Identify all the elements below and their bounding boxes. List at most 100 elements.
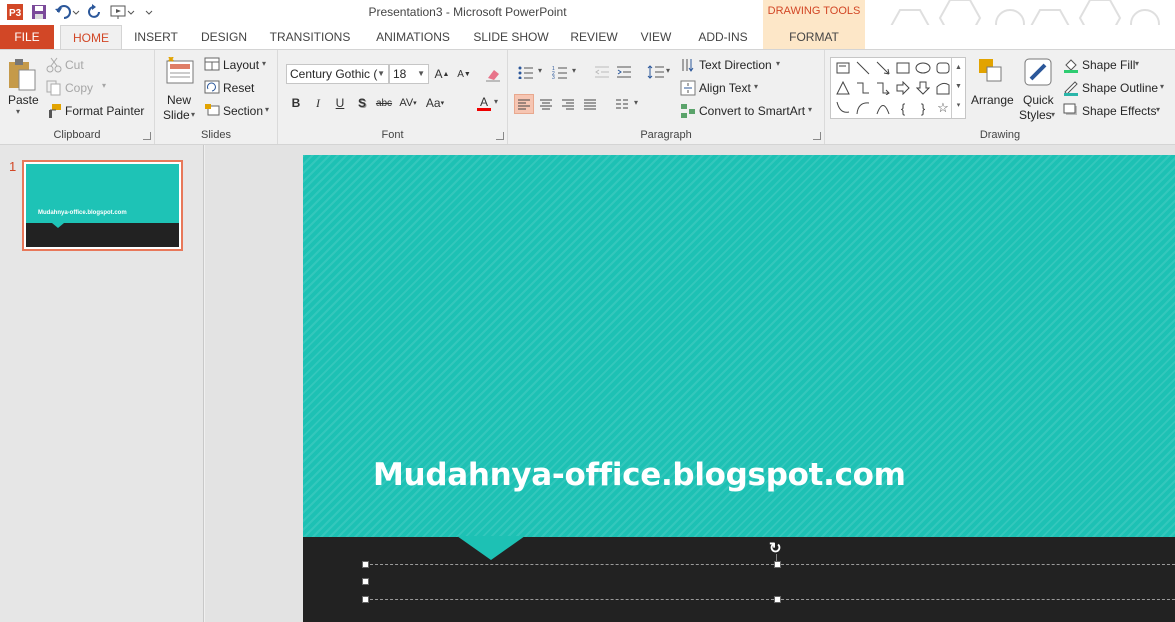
italic-icon[interactable]: I	[308, 93, 328, 113]
strikethrough-icon[interactable]: abc	[374, 93, 394, 113]
shrink-font-icon[interactable]: A ▼	[454, 64, 474, 84]
arrow-line-shape-icon[interactable]	[873, 58, 893, 78]
section-dropdown-icon[interactable]: ▾	[265, 105, 269, 114]
tab-add-ins[interactable]: ADD-INS	[688, 25, 758, 49]
elbow-connector-shape-icon[interactable]	[853, 78, 873, 98]
line-spacing-icon[interactable]	[646, 62, 666, 82]
rounded-rectangle-shape-icon[interactable]	[933, 58, 953, 78]
new-slide-dropdown-icon[interactable]: ▾	[191, 110, 195, 119]
convert-smartart-dropdown-icon[interactable]: ▾	[808, 105, 812, 114]
resize-handle-middle-left[interactable]	[362, 578, 369, 585]
text-shadow-icon[interactable]: S	[352, 93, 372, 113]
text-direction-button[interactable]: Text Direction	[699, 58, 772, 72]
font-color-icon[interactable]: A	[474, 93, 494, 113]
shape-fill-dropdown-icon[interactable]: ▾	[1135, 59, 1139, 68]
align-right-icon[interactable]	[558, 94, 578, 114]
quick-styles-dropdown-icon[interactable]: ▾	[1051, 110, 1055, 119]
paste-icon[interactable]	[7, 58, 37, 95]
clear-formatting-icon[interactable]	[483, 64, 503, 84]
character-spacing-icon[interactable]: AV ▾	[398, 93, 418, 113]
convert-smartart-button[interactable]: Convert to SmartArt	[699, 104, 805, 118]
tab-insert[interactable]: INSERT	[126, 25, 186, 49]
bold-icon[interactable]: B	[286, 93, 306, 113]
left-brace-shape-icon[interactable]: {	[893, 98, 913, 118]
font-size-dropdown-icon[interactable]: ▼	[417, 65, 425, 83]
resize-handle-bottom-left[interactable]	[362, 596, 369, 603]
paragraph-launcher-icon[interactable]	[813, 132, 821, 140]
cut-button[interactable]: Cut	[65, 58, 84, 72]
shapes-gallery-scroll[interactable]: ▲ ▼ ▾	[951, 58, 965, 118]
paste-label[interactable]: Paste	[8, 93, 39, 107]
star-shape-icon[interactable]: ☆	[933, 98, 953, 118]
align-text-button[interactable]: Align Text	[699, 81, 751, 95]
new-slide-icon[interactable]	[165, 56, 195, 88]
columns-dropdown-icon[interactable]: ▾	[634, 98, 638, 107]
align-left-icon[interactable]	[514, 94, 534, 114]
align-center-icon[interactable]	[536, 94, 556, 114]
quick-styles-label-1[interactable]: Quick	[1023, 93, 1054, 107]
resize-handle-top-left[interactable]	[362, 561, 369, 568]
numbering-icon[interactable]: 123	[550, 62, 570, 82]
tab-transitions[interactable]: TRANSITIONS	[262, 25, 358, 49]
tab-design[interactable]: DESIGN	[192, 25, 256, 49]
layout-button[interactable]: Layout	[223, 58, 259, 72]
change-case-icon[interactable]: Aa ▾	[425, 93, 445, 113]
reset-button[interactable]: Reset	[223, 81, 254, 95]
text-box-shape-icon[interactable]	[833, 58, 853, 78]
arc-shape-icon[interactable]	[853, 98, 873, 118]
elbow-arrow-connector-shape-icon[interactable]	[873, 78, 893, 98]
arrange-button[interactable]: Arrange	[971, 93, 1014, 107]
line-shape-icon[interactable]	[853, 58, 873, 78]
resize-handle-top-center[interactable]	[774, 561, 781, 568]
arrange-icon[interactable]	[977, 57, 1007, 90]
flowchart-shape-icon[interactable]	[933, 78, 953, 98]
tab-slide-show[interactable]: SLIDE SHOW	[468, 25, 554, 49]
increase-indent-icon[interactable]	[614, 62, 634, 82]
tab-view[interactable]: VIEW	[634, 25, 678, 49]
quick-styles-label-2[interactable]: Styles	[1019, 108, 1052, 122]
font-color-dropdown-icon[interactable]: ▾	[494, 97, 498, 106]
font-family-dropdown-icon[interactable]: ▼	[377, 65, 385, 83]
decrease-indent-icon[interactable]	[592, 62, 612, 82]
format-painter-button[interactable]: Format Painter	[65, 104, 144, 118]
copy-dropdown-icon[interactable]: ▾	[102, 81, 106, 90]
tab-review[interactable]: REVIEW	[564, 25, 624, 49]
shape-effects-dropdown-icon[interactable]: ▾	[1156, 105, 1160, 114]
columns-icon[interactable]	[612, 94, 632, 114]
tab-file[interactable]: FILE	[0, 25, 54, 49]
curve-arrow-shape-icon[interactable]	[833, 98, 853, 118]
right-arrow-shape-icon[interactable]	[893, 78, 913, 98]
shape-effects-button[interactable]: Shape Effects	[1082, 104, 1157, 118]
layout-dropdown-icon[interactable]: ▾	[262, 59, 266, 68]
slide-thumbnail[interactable]: Mudahnya-office.blogspot.com	[22, 160, 183, 251]
shape-fill-button[interactable]: Shape Fill	[1082, 58, 1135, 72]
shape-outline-dropdown-icon[interactable]: ▾	[1160, 82, 1164, 91]
font-size-combo[interactable]: 18 ▼	[389, 64, 429, 84]
quick-styles-icon[interactable]	[1023, 57, 1053, 90]
line-spacing-dropdown-icon[interactable]: ▾	[666, 66, 670, 75]
bullets-icon[interactable]	[516, 62, 536, 82]
numbering-dropdown-icon[interactable]: ▾	[572, 66, 576, 75]
resize-handle-bottom-center[interactable]	[774, 596, 781, 603]
new-slide-label-1[interactable]: New	[167, 93, 191, 107]
underline-icon[interactable]: U	[330, 93, 350, 113]
font-family-combo[interactable]: Century Gothic ( ▼	[286, 64, 389, 84]
bullets-dropdown-icon[interactable]: ▾	[538, 66, 542, 75]
text-direction-dropdown-icon[interactable]: ▾	[776, 59, 780, 68]
right-brace-shape-icon[interactable]: }	[913, 98, 933, 118]
tab-home[interactable]: HOME	[60, 25, 122, 50]
section-button[interactable]: Section	[223, 104, 263, 118]
new-slide-label-2[interactable]: Slide	[163, 108, 190, 122]
slide-canvas[interactable]: Mudahnya-office.blogspot.com ↻	[303, 155, 1175, 622]
tab-format[interactable]: FORMAT	[763, 25, 865, 49]
tab-animations[interactable]: ANIMATIONS	[366, 25, 460, 49]
shapes-gallery[interactable]: { } ☆ ▲ ▼ ▾	[830, 57, 966, 119]
shape-outline-button[interactable]: Shape Outline	[1082, 81, 1158, 95]
font-launcher-icon[interactable]	[496, 132, 504, 140]
down-arrow-shape-icon[interactable]	[913, 78, 933, 98]
copy-button[interactable]: Copy	[65, 81, 93, 95]
gallery-down-icon[interactable]: ▼	[952, 77, 965, 96]
curve-shape-icon[interactable]	[873, 98, 893, 118]
oval-shape-icon[interactable]	[913, 58, 933, 78]
grow-font-icon[interactable]: A ▲	[432, 64, 452, 84]
